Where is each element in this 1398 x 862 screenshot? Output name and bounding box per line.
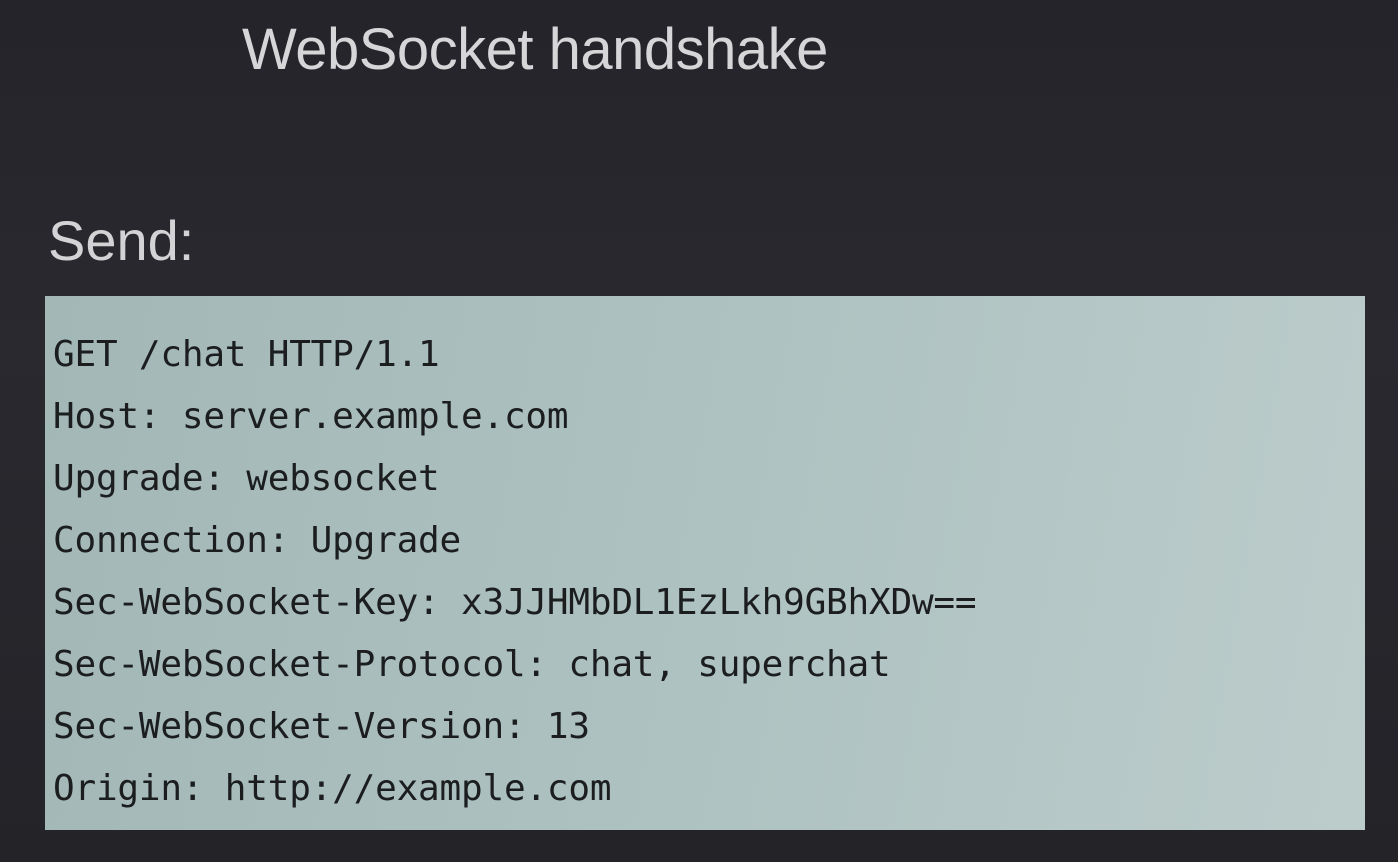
request-line: GET /chat HTTP/1.1 [53,334,440,375]
send-label: Send: [48,209,195,272]
websocket-version-header: Sec-WebSocket-Version: 13 [53,706,590,747]
host-header: Host: server.example.com [53,396,569,437]
websocket-key-header: Sec-WebSocket-Key: x3JJHMbDL1EzLkh9GBhXD… [53,582,977,623]
upgrade-header: Upgrade: websocket [53,458,440,499]
websocket-protocol-header: Sec-WebSocket-Protocol: chat, superchat [53,644,891,685]
connection-header: Connection: Upgrade [53,520,462,561]
presentation-slide: WebSocket handshake Send: GET /chat HTTP… [0,0,1398,862]
origin-header: Origin: http://example.com [53,768,612,809]
slide-title: WebSocket handshake [242,17,828,82]
http-request-code-box: GET /chat HTTP/1.1 Host: server.example.… [45,296,1365,830]
